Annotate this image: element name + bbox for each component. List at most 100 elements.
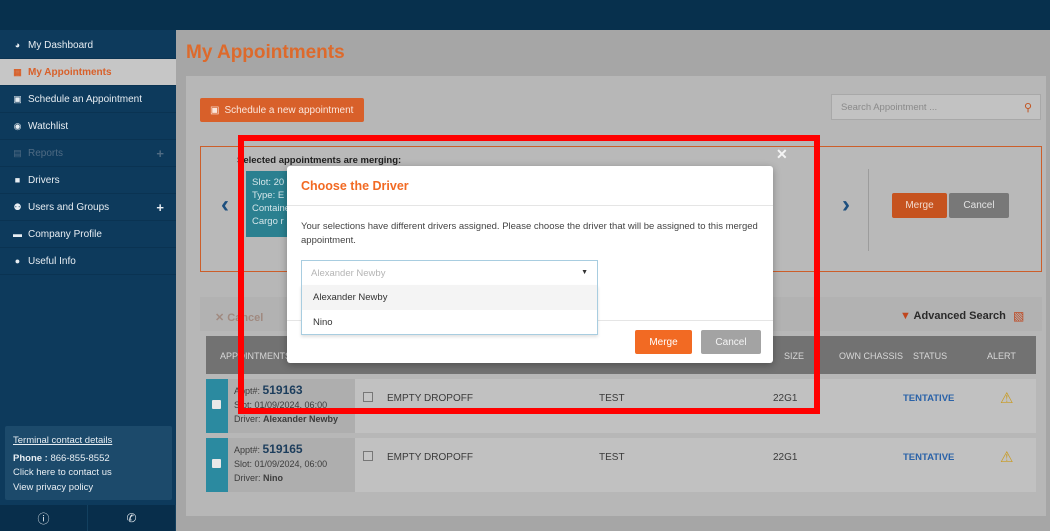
driver-name: Alexander Newby [263, 414, 339, 424]
size-cell: 22G1 [773, 393, 798, 404]
briefcase-icon: ▬ [13, 229, 22, 239]
driver-select[interactable]: Alexander Newby ▼ [301, 260, 598, 285]
phone-label: Phone : [13, 452, 48, 464]
modal-message: Your selections have different drivers a… [301, 221, 758, 246]
close-icon[interactable]: ✕ [776, 146, 788, 163]
button-label: Schedule a new appointment [224, 104, 354, 116]
search-icon[interactable]: ⚲ [1024, 101, 1032, 114]
sidebar-item-label: My Appointments [28, 66, 112, 78]
chevron-right-icon[interactable]: › [842, 191, 850, 219]
contact-us-link[interactable]: Click here to contact us [13, 466, 164, 481]
header-size[interactable]: SIZE [784, 351, 804, 361]
header-appointments[interactable]: APPOINTMENTS [220, 351, 291, 361]
sidebar-item-watchlist[interactable]: ◉ Watchlist [0, 113, 176, 140]
type-cell: EMPTY DROPOFF [387, 393, 473, 404]
privacy-policy-link[interactable]: View privacy policy [13, 481, 164, 496]
panel-merge-button[interactable]: Merge [892, 193, 947, 218]
sidebar-item-label: Drivers [28, 174, 60, 186]
merge-label: Selected appointments are merging: [237, 155, 402, 166]
sidebar-item-schedule[interactable]: ▣ Schedule an Appointment [0, 86, 176, 113]
sidebar-item-label: Useful Info [28, 255, 76, 267]
appt-label: Appt#: [234, 445, 261, 455]
type-checkbox[interactable] [363, 392, 373, 402]
container-cell: TEST [599, 393, 625, 404]
users-icon: ⚉ [13, 201, 22, 212]
info-icon: ● [14, 256, 21, 266]
row-checkbox[interactable] [212, 400, 221, 409]
phone-number: 866-855-8552 [50, 452, 110, 464]
divider [287, 205, 773, 206]
calendar-plus-icon: ▣ [210, 104, 220, 116]
appointment-info: Appt#: 519163 Slot: 01/09/2024, 06:00 Dr… [228, 379, 355, 433]
sidebar-item-dashboard[interactable]: ◕ My Dashboard [0, 32, 176, 59]
reports-icon: ▤ [13, 147, 22, 158]
container-cell: TEST [599, 452, 625, 463]
sidebar-item-my-appointments[interactable]: ▦ My Appointments [0, 59, 176, 86]
cancel-selected-button[interactable]: ✕ Cancel [215, 311, 263, 324]
search-placeholder: Search Appointment ... [841, 101, 938, 113]
merge-button[interactable]: Merge [635, 330, 692, 354]
driver-option[interactable]: Nino [302, 310, 597, 335]
phone-icon[interactable]: ✆ [88, 505, 176, 531]
appt-number[interactable]: 519165 [263, 442, 303, 456]
advanced-search-label: Advanced Search [913, 310, 1006, 322]
driver-name: Nino [263, 473, 284, 483]
warning-icon[interactable]: ⚠ [1000, 448, 1013, 466]
appt-number[interactable]: 519163 [263, 383, 303, 397]
eye-icon: ◉ [13, 120, 22, 131]
cancel-label: Cancel [227, 312, 264, 324]
sidebar-item-users-groups[interactable]: ⚉ Users and Groups + [0, 194, 176, 221]
row-checkbox[interactable] [212, 459, 221, 468]
slot-text: Slot: 01/09/2024, 06:00 [234, 459, 328, 469]
advanced-search-button[interactable]: ▼ Advanced Search [900, 310, 1006, 322]
page-title: My Appointments [186, 42, 345, 63]
truck-icon: ■ [14, 175, 21, 185]
sidebar-item-label: Users and Groups [28, 201, 110, 213]
status-badge: TENTATIVE [903, 393, 955, 404]
driver-label: Driver: [234, 414, 261, 424]
driver-options-list: Alexander Newby Nino [301, 285, 598, 335]
panel-cancel-button[interactable]: Cancel [949, 193, 1009, 218]
phone-line: Phone : 866-855-8552 [13, 452, 164, 467]
chevron-left-icon[interactable]: ‹ [221, 191, 229, 219]
sidebar-item-label: My Dashboard [28, 39, 94, 51]
row-select[interactable] [206, 438, 228, 492]
divider [868, 169, 869, 251]
sidebar-item-useful-info[interactable]: ● Useful Info [0, 248, 176, 275]
sidebar-item-label: Reports [28, 147, 64, 159]
schedule-new-appointment-button[interactable]: ▣ Schedule a new appointment [200, 98, 364, 122]
modal-title: Choose the Driver [301, 179, 409, 193]
cancel-button[interactable]: Cancel [701, 330, 761, 354]
driver-option[interactable]: Alexander Newby [302, 285, 597, 310]
sidebar-item-drivers[interactable]: ■ Drivers [0, 167, 176, 194]
type-checkbox[interactable] [363, 451, 373, 461]
table-row[interactable]: Appt#: 519165 Slot: 01/09/2024, 06:00 Dr… [206, 438, 1036, 492]
slot-text: Slot: 01/09/2024, 06:00 [234, 400, 328, 410]
sidebar-item-company-profile[interactable]: ▬ Company Profile [0, 221, 176, 248]
expand-icon[interactable]: + [156, 146, 164, 161]
sidebar-item-label: Watchlist [28, 120, 69, 132]
sidebar-item-reports[interactable]: ▤ Reports + [0, 140, 176, 167]
header-own-chassis[interactable]: OWN CHASSIS [839, 351, 903, 361]
terminal-contact-box: Terminal contact details Phone : 866-855… [5, 426, 172, 500]
caret-down-icon: ▼ [581, 269, 588, 276]
size-cell: 22G1 [773, 452, 798, 463]
terminal-contact-link[interactable]: Terminal contact details [13, 434, 164, 449]
search-input[interactable]: Search Appointment ... ⚲ [831, 94, 1041, 120]
help-icon[interactable]: ⓘ [0, 505, 88, 531]
row-select[interactable] [206, 379, 228, 433]
appointment-info: Appt#: 519165 Slot: 01/09/2024, 06:00 Dr… [228, 438, 355, 492]
header-alert[interactable]: ALERT [987, 351, 1016, 361]
header-status[interactable]: STATUS [913, 351, 947, 361]
top-bar [0, 0, 1050, 30]
filter-icon: ▼ [900, 310, 911, 322]
calendar-icon: ▦ [13, 66, 22, 77]
sidebar-footer: ⓘ ✆ [0, 505, 176, 531]
type-cell: EMPTY DROPOFF [387, 452, 473, 463]
expand-icon[interactable]: + [156, 200, 164, 215]
calendar-plus-icon: ▣ [13, 93, 22, 104]
warning-icon[interactable]: ⚠ [1000, 389, 1013, 407]
sidebar-item-label: Schedule an Appointment [28, 93, 142, 105]
pdf-export-icon[interactable]: ▧ [1013, 309, 1024, 323]
table-row[interactable]: Appt#: 519163 Slot: 01/09/2024, 06:00 Dr… [206, 379, 1036, 433]
